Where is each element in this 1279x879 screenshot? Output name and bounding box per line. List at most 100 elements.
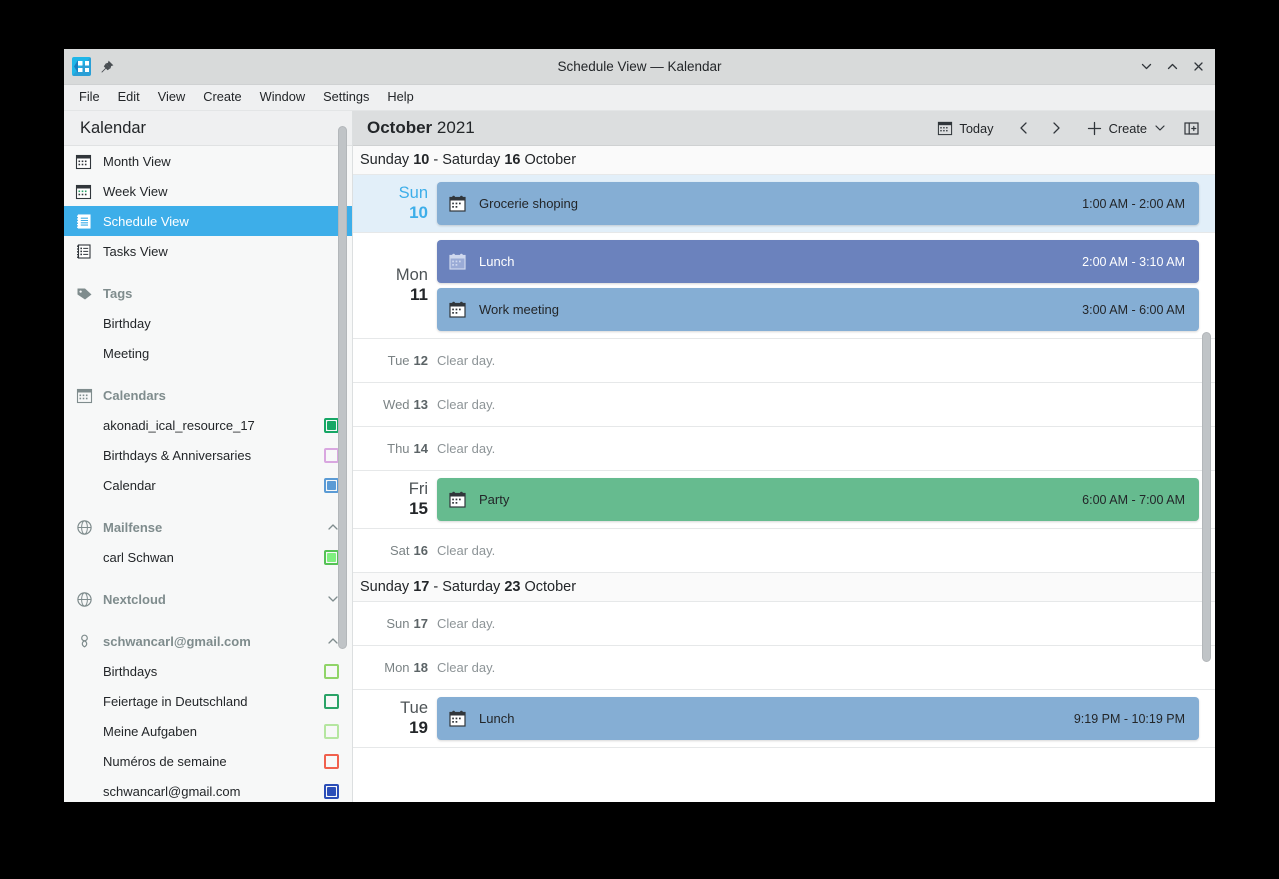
event-time: 2:00 AM - 3:10 AM	[1082, 255, 1185, 269]
sidebar-divider	[64, 572, 352, 584]
toolbar-year: 2021	[437, 118, 475, 137]
sidebar-item-label: Month View	[103, 154, 171, 169]
event-item[interactable]: Party 6:00 AM - 7:00 AM	[437, 478, 1199, 521]
sidebar-group-label: Mailfense	[103, 520, 316, 535]
event-item[interactable]: Lunch 2:00 AM - 3:10 AM	[437, 240, 1199, 283]
pin-icon[interactable]	[99, 59, 115, 75]
day-label: Tue 12	[353, 353, 437, 368]
sidebar-item-tasks-view[interactable]: Tasks View	[64, 236, 352, 266]
sidebar-item-schedule-view[interactable]: Schedule View	[64, 206, 352, 236]
month-view-icon	[75, 153, 92, 170]
sidebar-group-gmail-account[interactable]: schwancarl@gmail.com	[64, 626, 352, 656]
today-button[interactable]: Today	[930, 115, 1000, 142]
create-button-label: Create	[1109, 121, 1147, 136]
event-time: 6:00 AM - 7:00 AM	[1082, 493, 1185, 507]
event-title: Work meeting	[479, 302, 1082, 317]
day-label: Fri 15	[353, 471, 437, 528]
next-period-button[interactable]	[1041, 115, 1071, 142]
day-row: Sun 17 Clear day.	[353, 602, 1215, 646]
menu-edit[interactable]: Edit	[109, 88, 149, 107]
day-number: 14	[414, 441, 428, 456]
menu-window[interactable]: Window	[251, 88, 315, 107]
clear-day-text: Clear day.	[437, 397, 1199, 412]
sidebar-tag-birthday[interactable]: Birthday	[64, 308, 352, 338]
sidebar-group-label: Tags	[103, 286, 340, 301]
day-label: Wed 13	[353, 397, 437, 412]
day-weekday: Tue	[400, 699, 428, 718]
sidebar-calendar-akonadi-ical-resource-17[interactable]: akonadi_ical_resource_17	[64, 410, 352, 440]
menu-file[interactable]: File	[70, 88, 109, 107]
day-events: Clear day.	[437, 346, 1215, 375]
event-item[interactable]: Grocerie shoping 1:00 AM - 2:00 AM	[437, 182, 1199, 225]
close-button[interactable]	[1185, 54, 1211, 80]
today-button-label: Today	[959, 121, 993, 136]
menu-create[interactable]: Create	[194, 88, 250, 107]
sidebar-tag-label: Meeting	[103, 346, 339, 361]
sidebar-calendar-feiertage-in-deutschland[interactable]: Feiertage in Deutschland	[64, 686, 352, 716]
schedule-agenda[interactable]: Sunday 10 - Saturday 16 October Sun 10	[353, 146, 1215, 802]
day-weekday: Mon	[384, 660, 409, 675]
calendar-color-swatch[interactable]	[324, 784, 339, 799]
sidebar-scrollbar[interactable]	[338, 126, 347, 649]
sidebar-tag-meeting[interactable]: Meeting	[64, 338, 352, 368]
day-label: Tue 19	[353, 690, 437, 747]
chevron-down-icon[interactable]	[1153, 121, 1167, 135]
sidebar-group-label: Nextcloud	[103, 592, 316, 607]
sidebar-group-mailfense[interactable]: Mailfense	[64, 512, 352, 542]
day-weekday: Sun	[386, 616, 409, 631]
tasks-view-icon	[75, 243, 92, 260]
day-label: Sun 17	[353, 616, 437, 631]
day-number: 13	[414, 397, 428, 412]
calendar-color-swatch[interactable]	[324, 448, 339, 463]
menu-help[interactable]: Help	[378, 88, 422, 107]
event-item[interactable]: Work meeting 3:00 AM - 6:00 AM	[437, 288, 1199, 331]
event-calendar-icon	[448, 194, 467, 213]
day-label: Sun 10	[353, 175, 437, 232]
event-title: Grocerie shoping	[479, 196, 1082, 211]
calendar-color-swatch[interactable]	[324, 664, 339, 679]
sidebar-item-week-view[interactable]: Week View	[64, 176, 352, 206]
week-header-label: Sunday 17 - Saturday 23 October	[360, 579, 576, 595]
calendar-color-swatch[interactable]	[324, 478, 339, 493]
sidebar-calendar-meine-aufgaben[interactable]: Meine Aufgaben	[64, 716, 352, 746]
day-events: Grocerie shoping 1:00 AM - 2:00 AM	[437, 175, 1215, 232]
agenda-scrollbar[interactable]	[1202, 332, 1211, 662]
event-calendar-icon	[448, 300, 467, 319]
sidebar-divider	[64, 368, 352, 380]
calendar-color-swatch[interactable]	[324, 418, 339, 433]
minimize-button[interactable]	[1133, 54, 1159, 80]
calendar-color-swatch[interactable]	[324, 550, 339, 565]
sidebar-group-calendars[interactable]: Calendars	[64, 380, 352, 410]
sidebar-calendar-numeros-de-semaine[interactable]: Numéros de semaine	[64, 746, 352, 776]
maximize-button[interactable]	[1159, 54, 1185, 80]
day-row: Sat 16 Clear day.	[353, 529, 1215, 573]
calendar-color-swatch[interactable]	[324, 724, 339, 739]
sidebar-title: Kalendar	[64, 111, 352, 146]
title-bar-left	[64, 57, 115, 76]
day-number: 18	[414, 660, 428, 675]
globe-icon	[76, 519, 93, 536]
menu-view[interactable]: View	[149, 88, 195, 107]
day-row: Thu 14 Clear day.	[353, 427, 1215, 471]
toggle-side-panel-button[interactable]	[1176, 115, 1207, 142]
sidebar-calendar-calendar[interactable]: Calendar	[64, 470, 352, 500]
sidebar-group-nextcloud[interactable]: Nextcloud	[64, 584, 352, 614]
sidebar-calendar-birthdays-anniversaries[interactable]: Birthdays & Anniversaries	[64, 440, 352, 470]
day-label: Thu 14	[353, 441, 437, 456]
day-events: Clear day.	[437, 536, 1215, 565]
menu-settings[interactable]: Settings	[314, 88, 378, 107]
day-events: Clear day.	[437, 653, 1215, 682]
sidebar-calendar-schwancarl-gmail[interactable]: schwancarl@gmail.com	[64, 776, 352, 802]
event-time: 3:00 AM - 6:00 AM	[1082, 303, 1185, 317]
event-time: 9:19 PM - 10:19 PM	[1074, 712, 1185, 726]
calendar-color-swatch[interactable]	[324, 694, 339, 709]
create-button[interactable]: Create	[1079, 115, 1174, 142]
calendar-color-swatch[interactable]	[324, 754, 339, 769]
previous-period-button[interactable]	[1009, 115, 1039, 142]
sidebar-group-tags[interactable]: Tags	[64, 278, 352, 308]
sidebar-calendar-birthdays[interactable]: Birthdays	[64, 656, 352, 686]
sidebar-item-month-view[interactable]: Month View	[64, 146, 352, 176]
event-item[interactable]: Lunch 9:19 PM - 10:19 PM	[437, 697, 1199, 740]
sidebar-calendar-carl-schwan[interactable]: carl Schwan	[64, 542, 352, 572]
add-panel-icon	[1183, 120, 1200, 137]
